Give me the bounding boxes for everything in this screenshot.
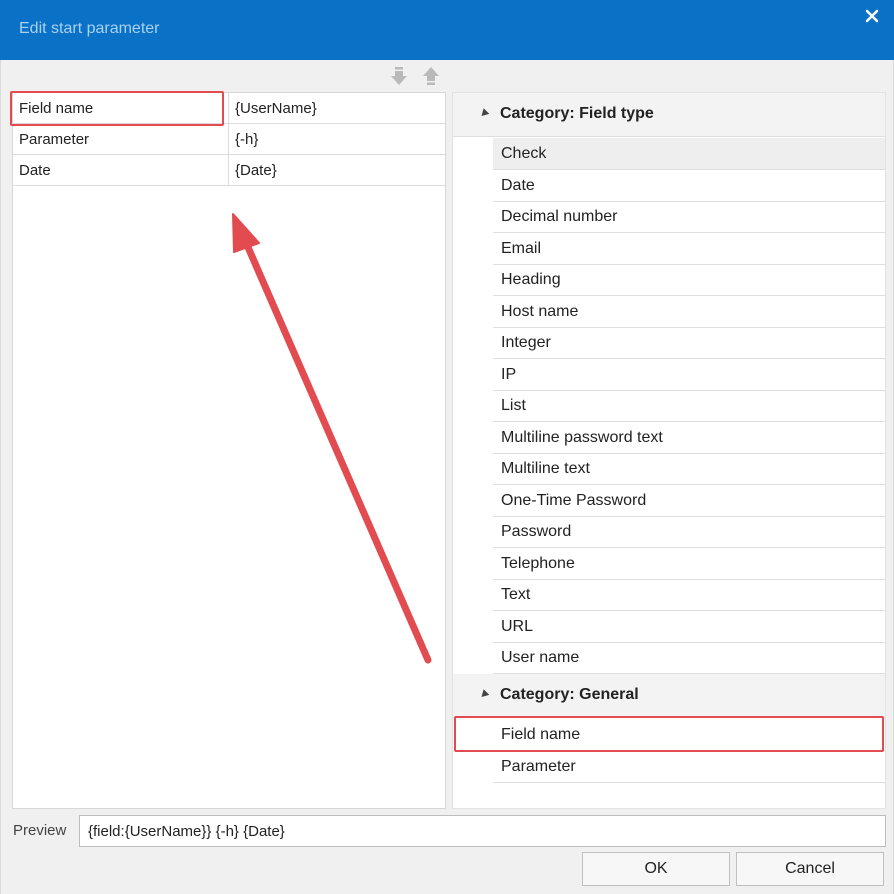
parameter-value[interactable]: {UserName} [229,93,445,123]
field-type-item-user-name[interactable]: User name [493,642,885,674]
field-type-item-telephone[interactable]: Telephone [493,548,885,580]
field-type-picker[interactable]: Category: Field type Check Date Decimal … [452,92,886,809]
parameter-row[interactable]: Field name {UserName} [13,93,445,124]
field-type-item-email[interactable]: Email [493,233,885,265]
collapse-triangle-icon [478,689,490,700]
title-bar: Edit start parameter [0,0,894,60]
category-label: Category: Field type [500,105,654,122]
field-type-item-list[interactable]: List [493,390,885,422]
category-label: Category: General [500,686,639,703]
preview-label: Preview [13,822,67,839]
parameter-name[interactable]: Date [13,155,229,185]
cancel-button[interactable]: Cancel [736,852,884,886]
field-type-item-one-time-password[interactable]: One-Time Password [493,485,885,517]
field-type-item-ip[interactable]: IP [493,359,885,391]
parameter-name[interactable]: Field name [13,93,229,123]
field-type-item-integer[interactable]: Integer [493,327,885,359]
field-type-item-multiline-password-text[interactable]: Multiline password text [493,422,885,454]
window-title: Edit start parameter [19,20,160,37]
move-toolbar [388,65,448,89]
parameter-row[interactable]: Parameter {-h} [13,124,445,155]
field-type-item-multiline-text[interactable]: Multiline text [493,453,885,485]
field-type-item-url[interactable]: URL [493,611,885,643]
close-icon [865,9,879,23]
parameter-value[interactable]: {Date} [229,155,445,185]
preview-input[interactable] [79,815,886,847]
ok-button[interactable]: OK [582,852,730,886]
move-up-button[interactable] [420,65,442,87]
field-type-item-date[interactable]: Date [493,170,885,202]
parameter-row[interactable]: Date {Date} [13,155,445,186]
general-item-field-name[interactable]: Field name [493,719,885,751]
parameter-value[interactable]: {-h} [229,124,445,154]
parameter-name[interactable]: Parameter [13,124,229,154]
field-type-item-check[interactable]: Check [493,138,885,170]
parameter-list[interactable]: Field name {UserName} Parameter {-h} Dat… [12,92,446,809]
field-type-item-decimal-number[interactable]: Decimal number [493,201,885,233]
move-down-button[interactable] [388,65,410,87]
field-type-item-text[interactable]: Text [493,579,885,611]
collapse-triangle-icon [478,108,490,119]
category-header-field-type[interactable]: Category: Field type [453,93,885,137]
general-item-parameter[interactable]: Parameter [493,751,885,783]
field-type-item-password[interactable]: Password [493,516,885,548]
arrow-up-icon [423,67,439,85]
field-type-item-heading[interactable]: Heading [493,264,885,296]
category-header-general[interactable]: Category: General [453,674,885,718]
field-type-item-host-name[interactable]: Host name [493,296,885,328]
arrow-down-icon [391,67,407,85]
close-button[interactable] [858,2,886,30]
